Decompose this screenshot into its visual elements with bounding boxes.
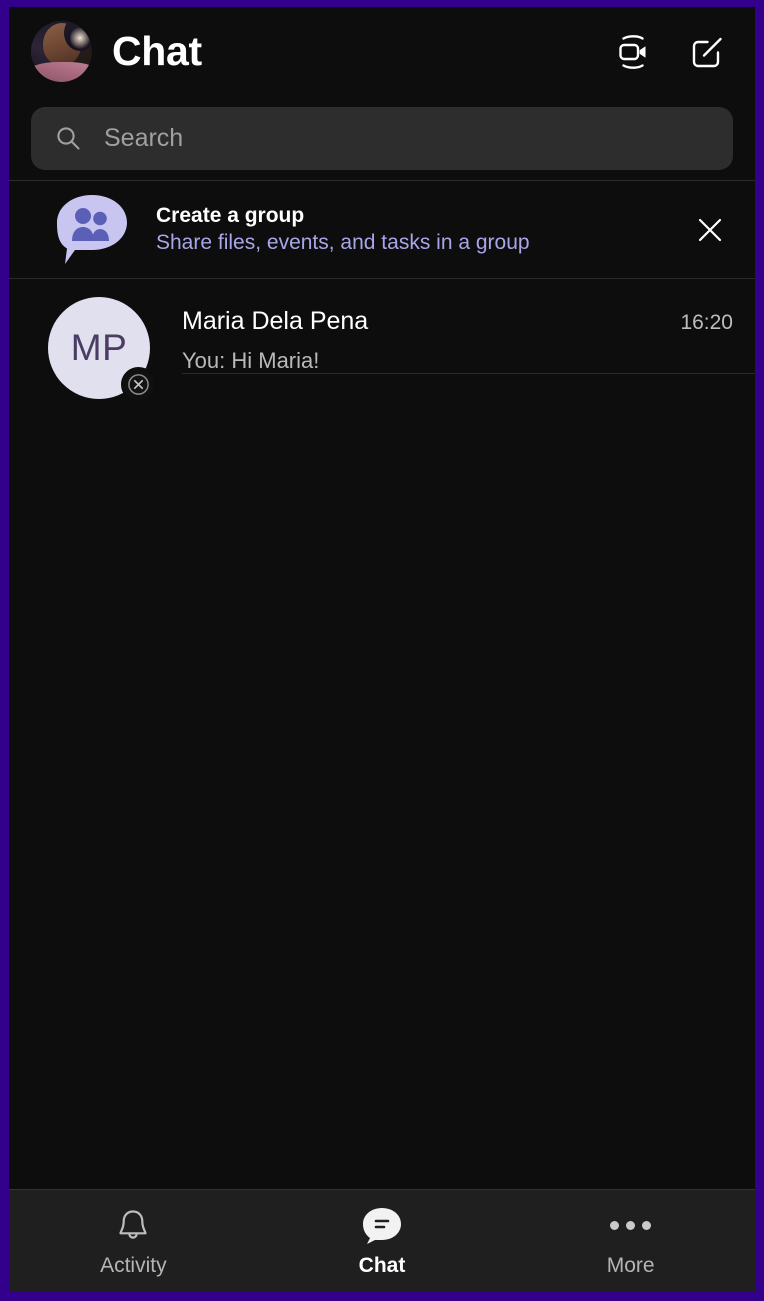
chat-item-header: Maria Dela Pena 16:20 bbox=[182, 307, 755, 336]
nav-item-chat[interactable]: Chat bbox=[258, 1190, 507, 1292]
header-actions bbox=[611, 30, 733, 74]
nav-label-activity: Activity bbox=[100, 1254, 167, 1277]
nav-label-more: More bbox=[606, 1254, 655, 1277]
search-icon bbox=[57, 126, 80, 150]
nav-label-chat: Chat bbox=[358, 1254, 406, 1277]
close-x-icon bbox=[698, 218, 722, 241]
search-placeholder: Search bbox=[104, 123, 184, 152]
app-screen: Chat Search Create a group Share files, … bbox=[9, 7, 755, 1292]
user-profile-avatar[interactable] bbox=[31, 21, 92, 82]
meet-now-button[interactable] bbox=[611, 30, 655, 74]
chat-item-content: Maria Dela Pena 16:20 You: Hi Maria! bbox=[182, 297, 755, 374]
avatar: MP bbox=[48, 297, 156, 402]
group-chat-people-icon bbox=[51, 193, 133, 267]
video-camera-icon bbox=[619, 34, 646, 69]
banner-dismiss-button[interactable] bbox=[687, 207, 733, 253]
nav-item-activity[interactable]: Activity bbox=[9, 1190, 258, 1292]
chat-timestamp: 16:20 bbox=[680, 311, 733, 334]
status-badge bbox=[121, 367, 156, 402]
chat-list-item[interactable]: MP Maria Dela Pena 16:20 You: Hi Maria! bbox=[9, 279, 755, 407]
chat-item-divider bbox=[182, 373, 755, 374]
ellipsis-dot bbox=[642, 1220, 652, 1230]
bottom-navigation-bar: Activity Chat More bbox=[9, 1189, 755, 1292]
chat-list[interactable]: MP Maria Dela Pena 16:20 You: Hi Maria! bbox=[9, 279, 755, 1189]
chat-message-preview: You: Hi Maria! bbox=[182, 348, 320, 373]
compose-pencil-icon bbox=[692, 37, 722, 67]
banner-subtitle: Share files, events, and tasks in a grou… bbox=[156, 231, 530, 254]
banner-text-block: Create a group Share files, events, and … bbox=[156, 203, 687, 256]
banner-title: Create a group bbox=[156, 204, 305, 227]
search-input[interactable]: Search bbox=[31, 106, 733, 170]
chat-contact-name: Maria Dela Pena bbox=[182, 307, 369, 335]
page-title: Chat bbox=[112, 28, 202, 74]
search-area: Search bbox=[9, 96, 755, 180]
create-group-banner[interactable]: Create a group Share files, events, and … bbox=[9, 181, 755, 278]
avatar-initials: MP bbox=[70, 327, 128, 368]
bell-icon bbox=[114, 1205, 152, 1245]
app-header: Chat bbox=[9, 7, 755, 96]
chat-bubble-filled-icon bbox=[360, 1205, 404, 1245]
ellipsis-dot bbox=[626, 1220, 636, 1230]
presence-unknown-x-icon bbox=[128, 374, 149, 395]
ellipsis-dot bbox=[610, 1220, 620, 1230]
avatar-highlight bbox=[70, 27, 90, 49]
new-chat-button[interactable] bbox=[685, 30, 729, 74]
device-frame: Chat Search Create a group Share files, … bbox=[0, 0, 764, 1301]
nav-item-more[interactable]: More bbox=[506, 1190, 755, 1292]
avatar-shirt bbox=[31, 62, 92, 82]
ellipsis-icon bbox=[610, 1205, 652, 1245]
